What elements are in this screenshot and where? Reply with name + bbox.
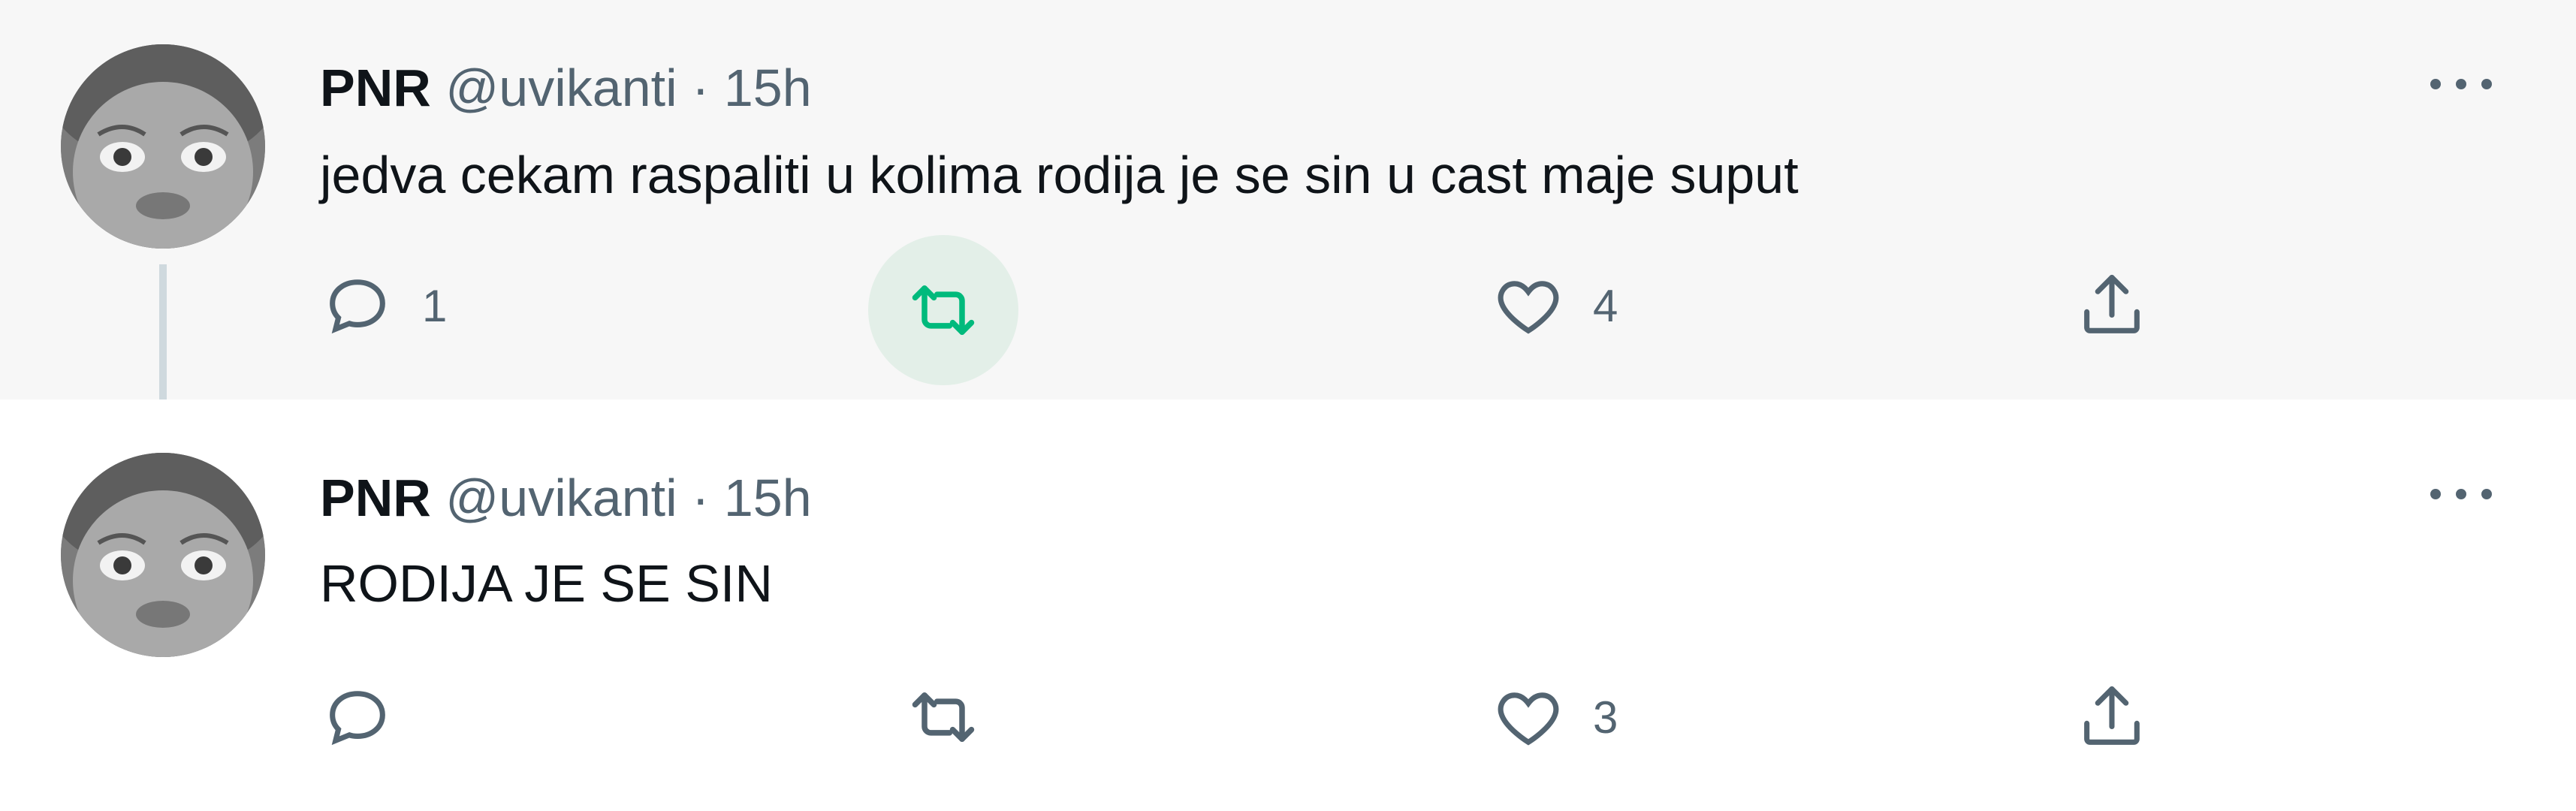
avatar[interactable] xyxy=(61,44,265,249)
retweet-icon xyxy=(868,235,1018,385)
tweet-text: RODIJA JE SE SIN xyxy=(320,554,773,613)
reply-button[interactable] xyxy=(320,680,422,755)
retweet-icon xyxy=(906,680,981,755)
tweet[interactable]: PNR @uvikanti · 15h jedva cekam raspalit… xyxy=(0,0,2576,436)
more-icon[interactable] xyxy=(2430,479,2492,509)
like-count: 4 xyxy=(1593,280,1618,331)
tweet[interactable]: PNR @uvikanti · 15h RODIJA JE SE SIN 3 xyxy=(0,399,2576,811)
tweet-text: jedva cekam raspaliti u kolima rodija je… xyxy=(320,146,1799,204)
share-button[interactable] xyxy=(2074,268,2149,343)
separator: · xyxy=(692,59,710,117)
user-handle[interactable]: @uvikanti xyxy=(445,469,677,527)
reply-icon xyxy=(320,268,395,343)
avatar-image xyxy=(61,453,265,657)
reply-button[interactable]: 1 xyxy=(320,268,447,343)
share-button[interactable] xyxy=(2074,680,2149,755)
separator: · xyxy=(692,469,710,527)
tweet-header: PNR @uvikanti · 15h xyxy=(320,62,812,114)
avatar[interactable] xyxy=(61,453,265,657)
like-button[interactable]: 3 xyxy=(1491,680,1618,755)
user-handle[interactable]: @uvikanti xyxy=(445,59,677,117)
reply-count: 1 xyxy=(422,280,448,331)
timestamp[interactable]: 15h xyxy=(724,59,812,117)
timestamp[interactable]: 15h xyxy=(724,469,812,527)
like-button[interactable]: 4 xyxy=(1491,268,1618,343)
share-icon xyxy=(2074,268,2149,343)
avatar-image xyxy=(61,44,265,249)
tweet-header: PNR @uvikanti · 15h xyxy=(320,472,812,524)
reply-icon xyxy=(320,680,395,755)
share-icon xyxy=(2074,680,2149,755)
like-icon xyxy=(1491,680,1566,755)
retweet-button[interactable] xyxy=(906,680,1008,755)
display-name[interactable]: PNR xyxy=(320,469,431,527)
like-icon xyxy=(1491,268,1566,343)
like-count: 3 xyxy=(1593,692,1618,743)
retweet-button[interactable] xyxy=(868,235,1045,385)
display-name[interactable]: PNR xyxy=(320,59,431,117)
more-icon[interactable] xyxy=(2430,69,2492,99)
